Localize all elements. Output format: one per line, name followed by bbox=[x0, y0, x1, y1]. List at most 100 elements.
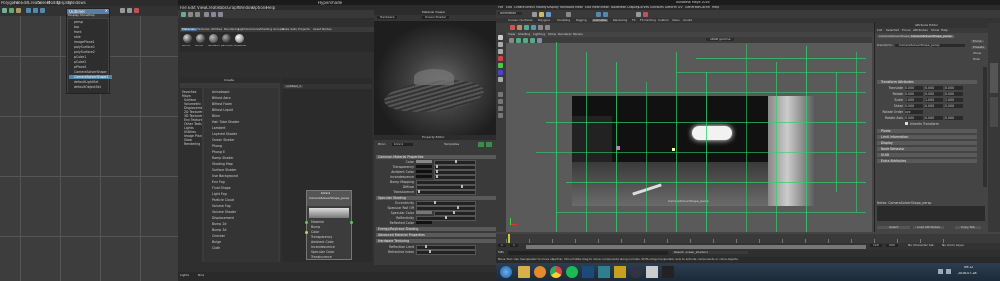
maya-menu-mesh-display[interactable]: Mesh Display bbox=[618, 6, 639, 10]
node-item[interactable]: Fluid Shape bbox=[212, 186, 272, 190]
maya-menu-surfaces[interactable]: Surfaces bbox=[650, 6, 664, 10]
tab-lights[interactable]: Lights bbox=[238, 28, 247, 31]
viewport[interactable]: View Shading Lighting Show Renderer Pane… bbox=[506, 32, 872, 232]
node-item[interactable]: Layered Shader bbox=[212, 132, 272, 136]
node-item[interactable]: Phong E bbox=[212, 150, 272, 154]
lasso-tool-icon[interactable] bbox=[9, 8, 14, 13]
clock-time[interactable]: 09:12 bbox=[964, 266, 973, 270]
char-set-dropdown[interactable]: No Character Set bbox=[908, 244, 934, 247]
category-item[interactable]: Rendering bbox=[184, 142, 202, 146]
outliner-menu-show[interactable]: Show bbox=[80, 14, 88, 17]
attr-field[interactable]: 1.000 bbox=[905, 98, 923, 102]
snap-grid-icon[interactable] bbox=[26, 8, 31, 13]
notepad-icon[interactable] bbox=[646, 266, 658, 278]
paint-select-icon[interactable] bbox=[498, 49, 503, 54]
tab-textures[interactable]: Textures bbox=[197, 28, 210, 31]
camera-icon[interactable] bbox=[509, 37, 514, 43]
shelf-tab[interactable]: Rendering bbox=[613, 19, 627, 22]
start-button-icon[interactable] bbox=[500, 266, 512, 278]
outliner-item[interactable]: pCube1 bbox=[74, 55, 107, 59]
node-item[interactable]: Hair Tube Shader bbox=[212, 120, 272, 124]
maya-menu-help[interactable]: Help bbox=[712, 6, 719, 10]
smooth-shade-icon[interactable] bbox=[523, 37, 528, 43]
open-scene-icon[interactable] bbox=[539, 11, 544, 17]
swatch-particlecloud1[interactable] bbox=[222, 34, 231, 43]
panel-menu-lighting[interactable]: Lighting bbox=[533, 33, 545, 36]
range-bar[interactable] bbox=[526, 244, 866, 249]
render-icon[interactable] bbox=[120, 8, 125, 13]
tab-bake-sets[interactable]: Bake Sets bbox=[282, 28, 297, 31]
outliner-item[interactable]: top bbox=[74, 25, 107, 29]
attr-field[interactable]: 0.000 bbox=[905, 92, 923, 96]
input-connections-icon[interactable] bbox=[204, 11, 209, 17]
range-end-max[interactable]: 200 bbox=[886, 244, 898, 248]
maya-menu-windows[interactable]: Windows bbox=[560, 6, 574, 10]
tab-shading-groups[interactable]: Shading Groups bbox=[260, 28, 284, 31]
node-item[interactable]: Ocean Shader bbox=[212, 138, 272, 142]
node-port[interactable]: Specular Color bbox=[311, 250, 349, 254]
attr-field[interactable]: 0.000 bbox=[925, 92, 943, 96]
ipr-icon[interactable] bbox=[127, 8, 132, 13]
section-extra-attributes[interactable]: Extra Attributes bbox=[877, 159, 977, 163]
graph-tab[interactable]: untitled_1 bbox=[284, 84, 303, 88]
node-item[interactable]: Bifrost Liquid bbox=[212, 108, 272, 112]
outliner-item[interactable]: pCube2 bbox=[74, 60, 107, 64]
scale-tool-icon[interactable] bbox=[498, 70, 503, 75]
tab-projects[interactable]: Projects bbox=[298, 28, 310, 31]
shelf-tab[interactable]: FX bbox=[632, 19, 636, 22]
outliner-item[interactable]: CameraSolverShape_persp bbox=[74, 70, 107, 74]
tray-volume-icon[interactable] bbox=[946, 269, 951, 274]
section-uuid[interactable]: UUID bbox=[877, 153, 977, 157]
explorer-icon[interactable] bbox=[518, 266, 530, 278]
set-breakdown-icon[interactable] bbox=[517, 25, 522, 30]
reflected-color-swatch[interactable] bbox=[416, 221, 432, 224]
persp-graph-icon[interactable] bbox=[498, 113, 503, 118]
set-key-icon[interactable] bbox=[510, 25, 515, 30]
panel-menu-renderer[interactable]: Renderer bbox=[558, 33, 572, 36]
bottom-tab-bins[interactable]: Bins bbox=[198, 274, 204, 277]
node-item[interactable]: Checker bbox=[212, 234, 272, 238]
close-icon[interactable]: ✕ bbox=[105, 9, 108, 13]
shader-dropdown[interactable]: Ocean Shader bbox=[422, 16, 450, 20]
property-node-name[interactable]: blinn1 bbox=[392, 143, 414, 147]
swatch-blinn1[interactable] bbox=[183, 34, 192, 43]
anim-layer-dropdown[interactable]: No Anim Layer bbox=[942, 244, 964, 247]
panel-menu-shading[interactable]: Shading bbox=[518, 33, 530, 36]
lasso-icon[interactable] bbox=[498, 42, 503, 47]
attr-field[interactable]: 1.000 bbox=[925, 98, 943, 102]
select-tool-icon[interactable] bbox=[566, 11, 571, 17]
shelf-tab[interactable]: Arnold bbox=[683, 19, 692, 22]
link-icon[interactable] bbox=[486, 142, 492, 147]
persp-outliner-icon[interactable] bbox=[498, 106, 503, 111]
maya-menu-mesh-tools[interactable]: Mesh Tools bbox=[601, 6, 618, 10]
section-hardware[interactable]: Hardware Texturing bbox=[376, 239, 496, 243]
panel-menu-show[interactable]: Show bbox=[548, 33, 556, 36]
nuke-icon[interactable] bbox=[614, 266, 626, 278]
shelf-tab[interactable]: Curves / Surfaces bbox=[508, 19, 533, 22]
tab-materials[interactable]: Materials bbox=[181, 27, 197, 31]
node-item[interactable]: Bump 3d bbox=[212, 228, 272, 232]
outliner-item[interactable]: side bbox=[74, 35, 107, 39]
paint-tool-icon[interactable] bbox=[16, 8, 21, 13]
outliner-item[interactable]: persp bbox=[74, 20, 107, 24]
chrome-icon[interactable] bbox=[550, 266, 562, 278]
attr-field[interactable]: 0.000 bbox=[925, 104, 943, 108]
refractive-index-slider[interactable] bbox=[416, 250, 476, 255]
shelf-tab[interactable]: Sculpting bbox=[557, 19, 570, 22]
node-item[interactable]: Bulge bbox=[212, 240, 272, 244]
property-preset[interactable]: Templates bbox=[444, 143, 459, 146]
presets-button[interactable]: Presets bbox=[971, 46, 986, 50]
renderer-dropdown[interactable]: Hardware bbox=[377, 16, 398, 20]
snap-curve-icon[interactable] bbox=[33, 8, 38, 13]
maya-menu-curves[interactable]: Curves bbox=[638, 6, 649, 10]
section-raytrace[interactable]: Energy/Raytrace Shading bbox=[376, 227, 496, 231]
maya-menu-edit[interactable]: Edit bbox=[506, 6, 512, 10]
outliner-menu-help[interactable]: Help bbox=[88, 14, 95, 17]
tray-network-icon[interactable] bbox=[938, 269, 943, 274]
attr-field[interactable]: 0.000 bbox=[925, 86, 943, 90]
node-item[interactable]: Displacement bbox=[212, 216, 272, 220]
node-graph[interactable]: untitled_1 blinn1 CameraSolverShape_pers… bbox=[282, 78, 372, 262]
tab-utilities[interactable]: Utilities bbox=[211, 28, 222, 31]
outliner-item[interactable]: pPlane1 bbox=[74, 65, 107, 69]
mode-dropdown[interactable]: Animation bbox=[498, 11, 523, 16]
